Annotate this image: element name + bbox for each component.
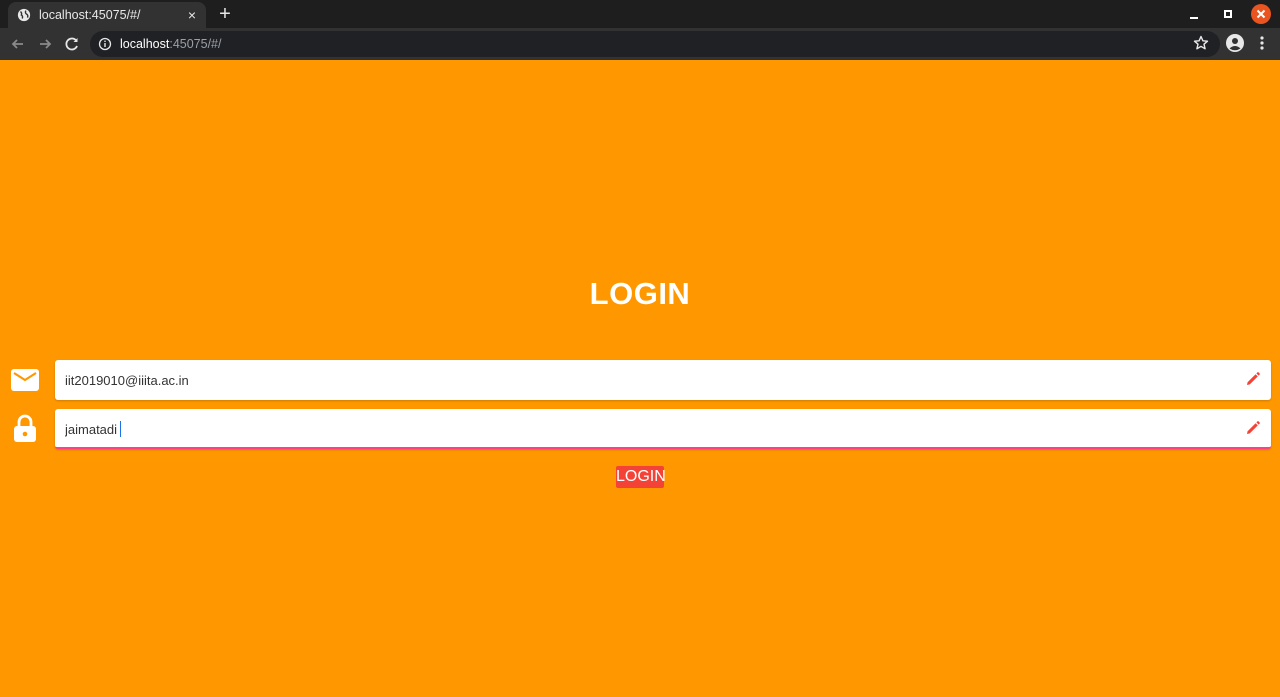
maximize-icon[interactable]: [1218, 4, 1238, 24]
reload-icon[interactable]: [62, 34, 82, 54]
edit-pencil-icon[interactable]: [1245, 371, 1261, 387]
tab-title: localhost:45075/#/: [39, 8, 141, 22]
email-field[interactable]: [55, 360, 1271, 400]
address-bar[interactable]: localhost:45075/#/: [90, 31, 1220, 57]
login-button[interactable]: LOGIN: [616, 466, 666, 488]
bookmark-star-icon[interactable]: [1192, 34, 1210, 52]
edit-pencil-icon[interactable]: [1245, 420, 1261, 436]
back-icon[interactable]: [8, 34, 28, 54]
tab-close-icon[interactable]: ×: [184, 7, 200, 23]
forward-icon[interactable]: [35, 34, 55, 54]
mail-icon: [11, 369, 39, 391]
text-caret: [120, 421, 121, 437]
page-title: LOGIN: [589, 276, 691, 311]
tab-strip: localhost:45075/#/ × +: [0, 0, 1280, 28]
info-icon[interactable]: [98, 37, 112, 51]
password-field[interactable]: [55, 409, 1271, 449]
minimize-icon[interactable]: [1184, 4, 1204, 24]
lock-icon: [14, 414, 36, 442]
url-host: localhost: [120, 37, 170, 51]
kebab-menu-icon[interactable]: [1256, 34, 1268, 52]
new-tab-button[interactable]: +: [216, 4, 234, 24]
browser-toolbar: localhost:45075/#/: [0, 28, 1280, 60]
email-input[interactable]: [65, 360, 1235, 400]
close-icon: [1256, 9, 1266, 19]
close-window-button[interactable]: [1251, 4, 1271, 24]
password-input[interactable]: [65, 409, 1235, 449]
login-page: LOGIN LOGIN: [0, 60, 1280, 697]
globe-icon: [17, 8, 31, 22]
url-path: :45075/#/: [169, 37, 222, 51]
url-text: localhost:45075/#/: [120, 37, 221, 51]
browser-window: localhost:45075/#/ × + localhost:45075/#…: [0, 0, 1280, 697]
profile-icon[interactable]: [1225, 33, 1245, 53]
browser-tab[interactable]: localhost:45075/#/ ×: [8, 2, 206, 28]
